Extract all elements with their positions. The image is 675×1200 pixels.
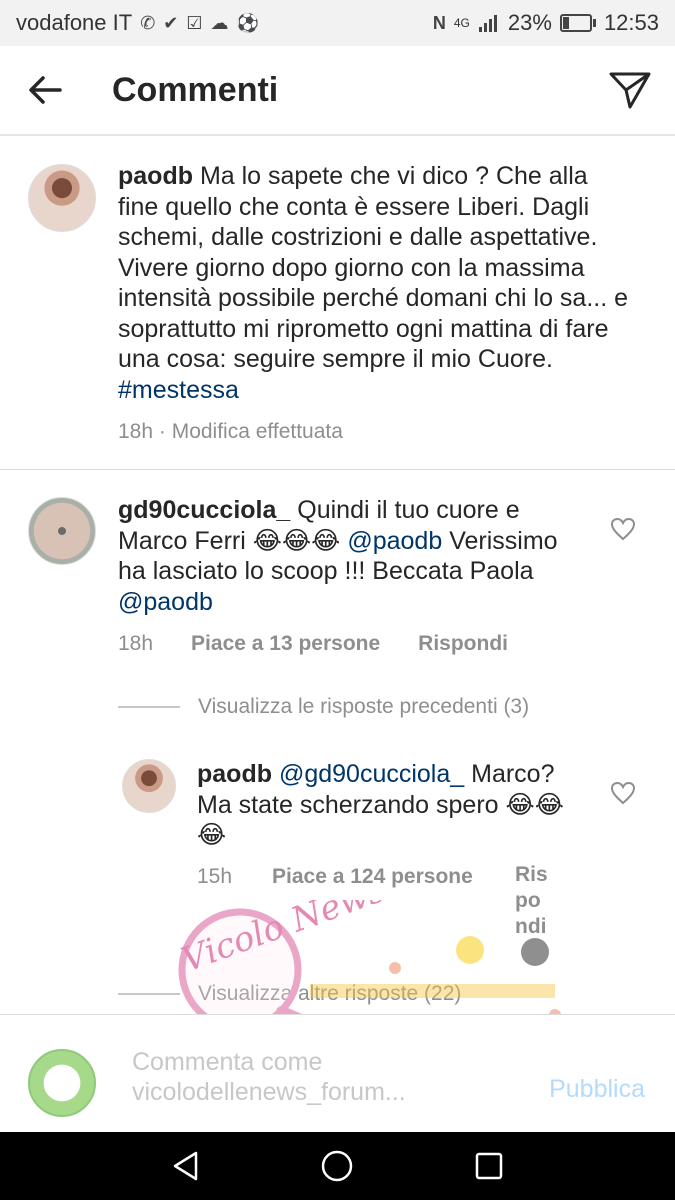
- reply-actions: 15h Piace a 124 persone Ris po ndi: [197, 862, 548, 940]
- reply-label-part1: Ris: [515, 863, 548, 886]
- comment-actions: 18h Piace a 13 persone Rispondi: [118, 632, 508, 656]
- share-button[interactable]: [585, 45, 675, 135]
- view-more-label: Visualizza altre risposte (22): [198, 982, 462, 1005]
- reply-username[interactable]: paodb: [197, 760, 272, 788]
- likes-link[interactable]: Piace a 13 persone: [191, 632, 380, 656]
- mention-link[interactable]: @paodb: [347, 527, 442, 555]
- signal-icon: [478, 15, 497, 32]
- comment-input[interactable]: Commenta come vicolodellenews_forum...: [132, 1047, 532, 1107]
- reply-label-part2: po: [515, 889, 541, 912]
- status-bar: vodafone IT ✆ ✔ ☑ ☁ ⚽ N 4G 23% 12:53: [0, 0, 675, 46]
- post-caption: paodb Ma lo sapete che vi dico ? Che all…: [0, 136, 675, 470]
- battery-icon: [559, 14, 596, 32]
- comment-username[interactable]: gd90cucciola_: [118, 496, 290, 524]
- heart-icon[interactable]: [610, 517, 636, 541]
- mention-link[interactable]: @paodb: [118, 588, 213, 616]
- view-previous-replies[interactable]: Visualizza le risposte precedenti (3): [118, 695, 529, 719]
- status-right: N 4G 23% 12:53: [433, 10, 659, 36]
- soccer-ball-icon: ⚽: [236, 12, 259, 33]
- caption-timestamp: 18h · Modifica effettuata: [118, 420, 343, 443]
- navigation-bar: [0, 1132, 675, 1200]
- mention-link[interactable]: @gd90cucciola_: [279, 760, 464, 788]
- divider: [118, 993, 180, 995]
- network-type: 4G: [453, 16, 470, 30]
- arrow-left-icon: [29, 76, 62, 104]
- whatsapp-icon: ✆: [140, 12, 156, 33]
- caption-body: Ma lo sapete che vi dico ? Che alla fine…: [118, 162, 629, 373]
- reply-button[interactable]: Ris po ndi: [515, 862, 548, 940]
- check-icon: ✔: [163, 12, 179, 33]
- checklist-icon: ☑: [186, 12, 203, 33]
- clock: 12:53: [603, 10, 659, 35]
- avatar[interactable]: [122, 759, 176, 813]
- placeholder-line2: vicolodellenews_forum...: [132, 1078, 406, 1106]
- nfc-icon: N: [432, 12, 446, 33]
- reply-button[interactable]: Rispondi: [418, 632, 508, 656]
- battery-percent: 23%: [507, 10, 552, 35]
- avatar[interactable]: [28, 164, 96, 232]
- reply-text: paodb @gd90cucciola_ Marco? Ma state sch…: [197, 759, 587, 851]
- header: Commenti: [0, 46, 675, 136]
- status-left: vodafone IT ✆ ✔ ☑ ☁ ⚽: [16, 10, 259, 36]
- comment-text: gd90cucciola_ Quindi il tuo cuore e Marc…: [118, 495, 588, 617]
- reply-timestamp: 15h: [197, 865, 233, 888]
- caption-meta: 18h · Modifica effettuata: [118, 420, 343, 444]
- divider: [118, 706, 180, 708]
- back-button[interactable]: [0, 45, 90, 135]
- view-more-replies[interactable]: Visualizza altre risposte (22): [118, 982, 461, 1006]
- cloud-icon: ☁: [210, 12, 229, 33]
- heart-icon[interactable]: [610, 781, 636, 805]
- home-nav-icon[interactable]: [320, 1149, 354, 1183]
- publish-button[interactable]: Pubblica: [549, 1075, 645, 1104]
- placeholder-line1: Commenta come: [132, 1048, 323, 1076]
- current-user-avatar: [28, 1049, 96, 1117]
- caption-username[interactable]: paodb: [118, 162, 193, 190]
- paper-plane-icon: [609, 72, 651, 109]
- comment-timestamp: 18h: [118, 632, 154, 655]
- comment-input-bar: Commenta come vicolodellenews_forum... P…: [0, 1014, 675, 1132]
- caption-text: paodb Ma lo sapete che vi dico ? Che all…: [118, 161, 628, 405]
- back-nav-icon[interactable]: [169, 1149, 203, 1183]
- hashtag-link[interactable]: #mestessa: [118, 376, 239, 404]
- page-title: Commenti: [112, 70, 279, 109]
- avatar[interactable]: [28, 497, 96, 565]
- reply-label-part3: ndi: [515, 915, 547, 938]
- recents-nav-icon[interactable]: [472, 1149, 506, 1183]
- likes-link[interactable]: Piace a 124 persone: [272, 865, 515, 940]
- view-previous-label: Visualizza le risposte precedenti (3): [198, 695, 530, 718]
- carrier-label: vodafone IT: [16, 10, 133, 35]
